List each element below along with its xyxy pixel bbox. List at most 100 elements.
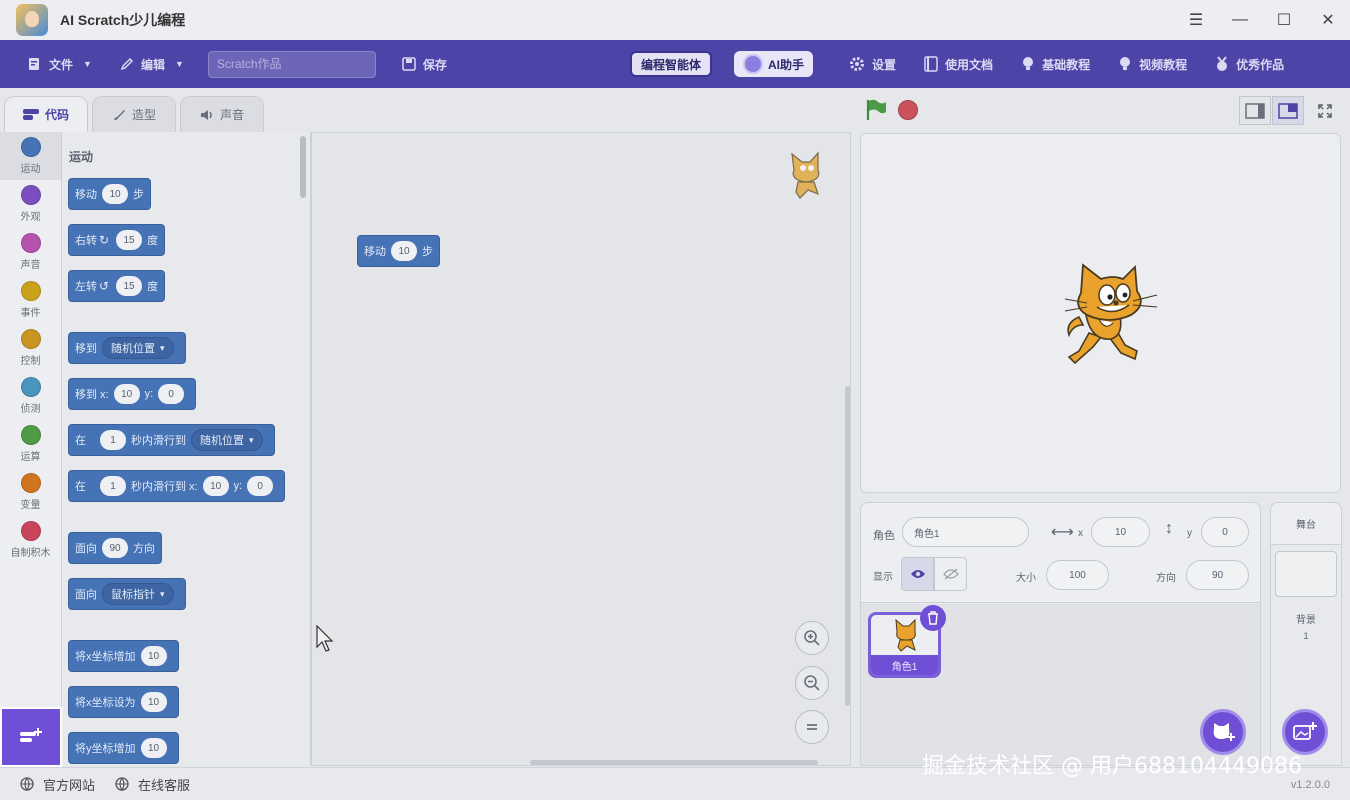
script-block-move[interactable]: 移动 10 步 — [357, 235, 440, 267]
cat-sprite[interactable] — [1059, 261, 1163, 367]
block-text: y: — [233, 480, 243, 492]
block-text: 移动 — [75, 189, 97, 201]
block-input[interactable]: 0 — [247, 476, 274, 496]
direction-field[interactable]: 90 — [1186, 560, 1249, 590]
category-my-blocks[interactable]: 自制积木 — [0, 516, 61, 564]
save-button[interactable]: 保存 — [388, 40, 461, 88]
pencil-icon — [120, 57, 133, 71]
minimize-icon[interactable]: — — [1218, 0, 1262, 40]
script-vertical-scrollbar[interactable] — [845, 386, 850, 706]
block-input[interactable]: 90 — [102, 538, 128, 558]
add-extension-button[interactable] — [0, 707, 62, 767]
docs-menu[interactable]: 使用文档 — [910, 40, 1007, 88]
script-area[interactable]: 移动 10 步 — [311, 132, 851, 766]
video-tutorial-label: 视频教程 — [1139, 57, 1188, 72]
project-title-input[interactable] — [207, 50, 376, 78]
block-set-x[interactable]: 将x坐标设为 10 — [68, 686, 179, 718]
basic-tutorial-label: 基础教程 — [1042, 57, 1091, 72]
tab-sounds[interactable]: 声音 — [180, 96, 264, 132]
delete-sprite-button[interactable] — [920, 605, 946, 631]
category-dot — [20, 377, 41, 397]
online-support-link[interactable]: 在线客服 — [115, 775, 190, 794]
small-stage-button[interactable] — [1239, 96, 1271, 125]
x-field[interactable]: 10 — [1091, 517, 1150, 547]
sprite-name-field[interactable]: 角色1 — [902, 517, 1029, 547]
y-field[interactable]: 0 — [1201, 517, 1249, 547]
settings-menu[interactable]: 设置 — [835, 40, 910, 88]
edit-menu[interactable]: 编辑 ▼ — [106, 40, 198, 88]
block-dropdown[interactable]: 鼠标指针 — [102, 583, 174, 605]
category-variables[interactable]: 变量 — [0, 468, 61, 516]
menu-icon[interactable]: ☰ — [1174, 0, 1218, 40]
ai-assistant-button[interactable]: AI助手 — [734, 51, 814, 77]
block-point-direction[interactable]: 面向 90 方向 — [68, 532, 162, 564]
block-text: 将y坐标增加 — [75, 743, 136, 755]
block-dropdown[interactable]: 随机位置 — [191, 429, 263, 451]
category-label: 侦测 — [20, 404, 41, 415]
block-glide-xy[interactable]: 在 1 秒内滑行到 x: 10 y: 0 — [68, 470, 286, 502]
block-goto[interactable]: 移到 随机位置 — [68, 332, 186, 364]
block-input[interactable]: 1 — [100, 430, 126, 450]
menu-bar: 文件 ▼ 编辑 ▼ 保存 编程智能体 AI助手 设置 使用文档 基础教程 — [0, 40, 1350, 88]
stop-button[interactable] — [898, 100, 918, 120]
block-change-x[interactable]: 将x坐标增加 10 — [68, 640, 179, 672]
category-control[interactable]: 控制 — [0, 324, 61, 372]
zoom-reset-button[interactable] — [795, 710, 829, 744]
smart-body-label: 编程智能体 — [641, 57, 702, 72]
block-input[interactable]: 0 — [158, 384, 185, 404]
basic-tutorial-menu[interactable]: 基础教程 — [1007, 40, 1104, 88]
normal-stage-button[interactable] — [1272, 96, 1304, 125]
tab-code[interactable]: 代码 — [4, 96, 88, 132]
zoom-out-button[interactable] — [795, 666, 829, 700]
tab-costumes[interactable]: 造型 — [92, 96, 176, 132]
block-input[interactable]: 15 — [116, 276, 143, 296]
block-input[interactable]: 10 — [140, 692, 167, 712]
globe-icon — [115, 777, 129, 791]
block-input[interactable]: 10 — [391, 241, 417, 261]
show-visible-toggle[interactable] — [901, 557, 934, 591]
category-looks[interactable]: 外观 — [0, 180, 61, 228]
script-horizontal-scrollbar[interactable] — [530, 760, 818, 765]
smart-body-button[interactable]: 编程智能体 — [630, 51, 713, 77]
fullscreen-icon — [1318, 103, 1332, 118]
video-tutorial-menu[interactable]: 视频教程 — [1104, 40, 1201, 88]
block-point-towards[interactable]: 面向 鼠标指针 — [68, 578, 186, 610]
size-field[interactable]: 100 — [1046, 560, 1109, 590]
block-input[interactable]: 10 — [102, 184, 128, 204]
zoom-in-button[interactable] — [795, 621, 829, 655]
category-operators[interactable]: 运算 — [0, 420, 61, 468]
brush-icon — [113, 109, 125, 120]
show-hidden-toggle[interactable] — [934, 557, 967, 591]
block-glide-to[interactable]: 在 1 秒内滑行到 随机位置 — [68, 424, 275, 456]
block-goto-xy[interactable]: 移到 x: 10 y: 0 — [68, 378, 197, 410]
close-icon[interactable]: ✕ — [1306, 0, 1350, 40]
file-menu[interactable]: 文件 ▼ — [14, 40, 106, 88]
docs-label: 使用文档 — [945, 57, 994, 72]
category-sound[interactable]: 声音 — [0, 228, 61, 276]
block-input[interactable]: 10 — [202, 476, 229, 496]
fullscreen-button[interactable] — [1309, 96, 1341, 125]
block-turn-right[interactable]: 右转 ↻ 15 度 — [68, 224, 166, 256]
showcase-menu[interactable]: 优秀作品 — [1201, 40, 1298, 88]
block-change-y[interactable]: 将y坐标增加 10 — [68, 732, 179, 764]
block-input[interactable]: 15 — [116, 230, 143, 250]
medal-icon — [1217, 56, 1228, 71]
stage-thumbnail[interactable] — [1275, 551, 1337, 597]
official-site-link[interactable]: 官方网站 — [20, 775, 95, 794]
category-dot — [20, 233, 41, 253]
block-input[interactable]: 1 — [100, 476, 126, 496]
block-input[interactable]: 10 — [140, 738, 167, 758]
maximize-icon[interactable]: ☐ — [1262, 0, 1306, 40]
block-input[interactable]: 10 — [140, 646, 167, 666]
category-sensing[interactable]: 侦测 — [0, 372, 61, 420]
block-turn-left[interactable]: 左转 ↺ 15 度 — [68, 270, 166, 302]
category-events[interactable]: 事件 — [0, 276, 61, 324]
palette-scrollbar[interactable] — [300, 136, 306, 198]
category-motion[interactable]: 运动 — [0, 132, 61, 180]
block-input[interactable]: 10 — [113, 384, 140, 404]
block-move-steps[interactable]: 移动 10 步 — [68, 178, 151, 210]
stage-canvas[interactable] — [860, 133, 1341, 493]
green-flag-icon[interactable] — [864, 98, 888, 122]
block-text: 在 — [75, 481, 86, 493]
block-dropdown[interactable]: 随机位置 — [102, 337, 174, 359]
